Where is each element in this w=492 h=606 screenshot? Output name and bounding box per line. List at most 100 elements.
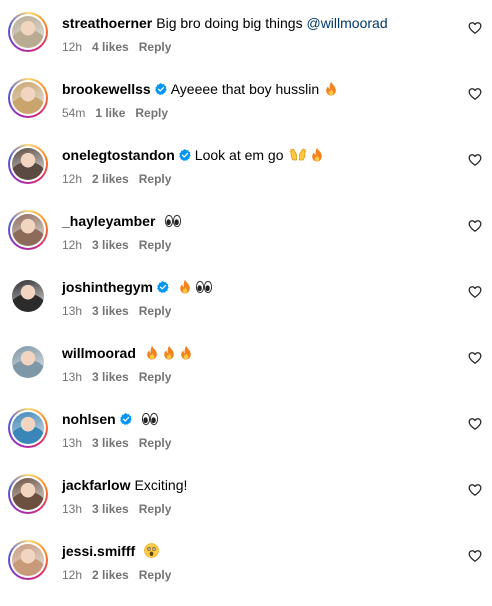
story-ring[interactable] bbox=[8, 78, 48, 118]
avatar-frame bbox=[10, 14, 46, 50]
eyes-emoji-icon bbox=[138, 411, 159, 427]
like-heart-icon[interactable] bbox=[468, 549, 482, 563]
comment-line: joshinthegym bbox=[62, 278, 213, 296]
comment-likes[interactable]: 2 likes bbox=[92, 568, 129, 582]
comment-row: _hayleyamber 12h 3 likes Reply bbox=[0, 210, 492, 276]
comment-likes[interactable]: 3 likes bbox=[92, 370, 129, 384]
comment-likes[interactable]: 2 likes bbox=[92, 172, 129, 186]
comment-row: brookewellss Ayeeee that boy husslin 54m 1 … bbox=[0, 78, 492, 144]
avatar[interactable] bbox=[12, 478, 44, 510]
story-ring[interactable] bbox=[8, 210, 48, 250]
comment-line: brookewellss Ayeeee that boy husslin bbox=[62, 80, 338, 98]
astonished-face-emoji-icon bbox=[141, 543, 159, 559]
comment-row: onelegtostandon Look at em go 12h 2 likes Re… bbox=[0, 144, 492, 210]
comment-meta: 12h 4 likes Reply bbox=[62, 39, 181, 55]
comment-line: willmoorad bbox=[62, 344, 193, 362]
comment-line: _hayleyamber bbox=[62, 212, 182, 230]
reply-button[interactable]: Reply bbox=[139, 304, 172, 318]
like-heart-icon[interactable] bbox=[468, 87, 482, 101]
comment-username[interactable]: jessi.smifff bbox=[62, 543, 135, 559]
reply-button[interactable]: Reply bbox=[139, 502, 172, 516]
like-heart-icon[interactable] bbox=[468, 351, 482, 365]
comment-time: 12h bbox=[62, 568, 83, 582]
fire-emoji-icon bbox=[159, 345, 176, 361]
comment-text: Big bro doing big things bbox=[156, 15, 307, 31]
comment-line: onelegtostandon Look at em go bbox=[62, 146, 324, 164]
comment-username[interactable]: brookewellss bbox=[62, 81, 151, 97]
comment-likes[interactable]: 3 likes bbox=[92, 502, 129, 516]
comment-row: jackfarlow Exciting! 13h 3 likes Reply bbox=[0, 474, 492, 540]
comment-username[interactable]: jackfarlow bbox=[62, 477, 130, 493]
comment-meta: 13h 3 likes Reply bbox=[62, 435, 181, 451]
comment-time: 12h bbox=[62, 40, 83, 54]
comment-line: nohlsen bbox=[62, 410, 159, 428]
reply-button[interactable]: Reply bbox=[139, 238, 172, 252]
raised-hands-emoji-icon bbox=[286, 147, 307, 163]
comment-time: 13h bbox=[62, 436, 83, 450]
avatar[interactable] bbox=[12, 82, 44, 114]
comment-likes[interactable]: 1 like bbox=[95, 106, 125, 120]
story-ring[interactable] bbox=[8, 474, 48, 514]
like-heart-icon[interactable] bbox=[468, 219, 482, 233]
comment-meta: 54m 1 like Reply bbox=[62, 105, 178, 121]
comment-username[interactable]: willmoorad bbox=[62, 345, 136, 361]
reply-button[interactable]: Reply bbox=[139, 370, 172, 384]
comment-likes[interactable]: 3 likes bbox=[92, 238, 129, 252]
avatar[interactable] bbox=[12, 148, 44, 180]
comment-text: Ayeeee that boy husslin bbox=[170, 81, 320, 97]
avatar[interactable] bbox=[12, 214, 44, 246]
comment-likes[interactable]: 3 likes bbox=[92, 304, 129, 318]
avatar-frame bbox=[10, 212, 46, 248]
avatar[interactable] bbox=[12, 16, 44, 48]
comment-text: Look at em go bbox=[194, 147, 284, 163]
like-heart-icon[interactable] bbox=[468, 153, 482, 167]
story-ring[interactable] bbox=[8, 144, 48, 184]
story-ring[interactable] bbox=[8, 540, 48, 580]
like-heart-icon[interactable] bbox=[468, 483, 482, 497]
like-heart-icon[interactable] bbox=[468, 417, 482, 431]
comment-username[interactable]: streathoerner bbox=[62, 15, 152, 31]
avatar[interactable] bbox=[12, 544, 44, 576]
reply-button[interactable]: Reply bbox=[139, 172, 172, 186]
verified-badge-icon bbox=[178, 147, 191, 161]
comment-row: jessi.smifff 12h 2 likes Reply bbox=[0, 540, 492, 606]
avatar-frame bbox=[10, 410, 46, 446]
story-ring[interactable] bbox=[8, 342, 48, 382]
comment-row: joshinthegym 13h 3 likes Reply bbox=[0, 276, 492, 342]
comment-username[interactable]: joshinthegym bbox=[62, 279, 153, 295]
fire-emoji-icon bbox=[176, 345, 193, 361]
comment-meta: 13h 3 likes Reply bbox=[62, 303, 181, 319]
like-heart-icon[interactable] bbox=[468, 285, 482, 299]
comment-meta: 12h 2 likes Reply bbox=[62, 171, 181, 187]
comment-line: jackfarlow Exciting! bbox=[62, 476, 187, 494]
comment-row: willmoorad 13h 3 likes Reply bbox=[0, 342, 492, 408]
comment-mention[interactable]: @willmoorad bbox=[306, 15, 387, 31]
fire-emoji-icon bbox=[175, 279, 192, 295]
reply-button[interactable]: Reply bbox=[139, 40, 172, 54]
avatar[interactable] bbox=[12, 412, 44, 444]
comment-username[interactable]: _hayleyamber bbox=[62, 213, 155, 229]
avatar-frame bbox=[10, 146, 46, 182]
comment-meta: 13h 3 likes Reply bbox=[62, 369, 181, 385]
comment-meta: 12h 3 likes Reply bbox=[62, 237, 181, 253]
comment-likes[interactable]: 3 likes bbox=[92, 436, 129, 450]
avatar-frame bbox=[12, 346, 44, 378]
like-heart-icon[interactable] bbox=[468, 21, 482, 35]
reply-button[interactable]: Reply bbox=[135, 106, 168, 120]
comment-likes[interactable]: 4 likes bbox=[92, 40, 129, 54]
avatar[interactable] bbox=[12, 280, 44, 312]
comment-line: jessi.smifff bbox=[62, 542, 159, 560]
story-ring[interactable] bbox=[8, 276, 48, 316]
story-ring[interactable] bbox=[8, 12, 48, 52]
eyes-emoji-icon bbox=[161, 213, 182, 229]
avatar[interactable] bbox=[12, 346, 44, 378]
comment-username[interactable]: onelegtostandon bbox=[62, 147, 175, 163]
reply-button[interactable]: Reply bbox=[139, 568, 172, 582]
fire-emoji-icon bbox=[142, 345, 159, 361]
story-ring[interactable] bbox=[8, 408, 48, 448]
avatar-frame bbox=[10, 476, 46, 512]
comment-time: 13h bbox=[62, 370, 83, 384]
reply-button[interactable]: Reply bbox=[139, 436, 172, 450]
avatar-frame bbox=[10, 80, 46, 116]
comment-username[interactable]: nohlsen bbox=[62, 411, 116, 427]
